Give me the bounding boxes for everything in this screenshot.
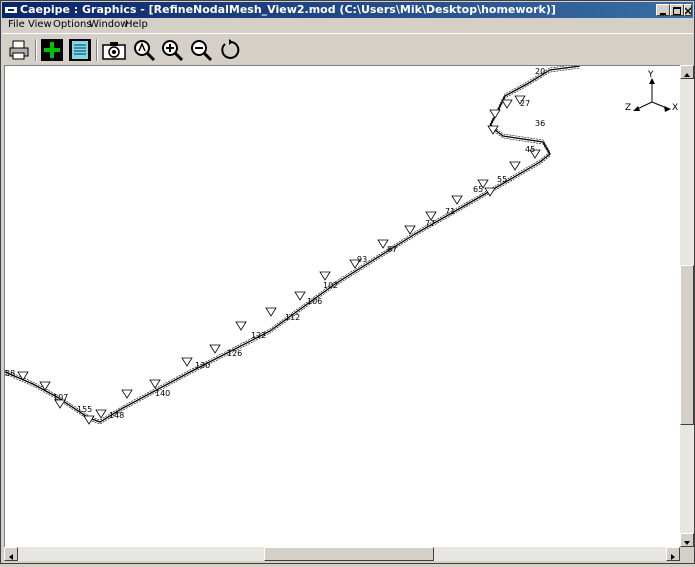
- vertical-scroll-thumb[interactable]: [680, 265, 694, 425]
- printer-icon[interactable]: [7, 38, 31, 62]
- node-label: 45: [525, 145, 535, 154]
- node-label: 130: [195, 361, 210, 370]
- support-marker: [451, 195, 463, 205]
- scroll-up-button[interactable]: [680, 65, 694, 79]
- toolbar: [2, 33, 693, 64]
- close-icon: [684, 7, 692, 15]
- menu-options[interactable]: Options: [53, 18, 92, 32]
- node-label: 20: [535, 67, 545, 76]
- node-label: 155: [77, 405, 92, 414]
- pipe-model-view[interactable]: 58 107 155 148 140 130 126 122 112 106102 93 87 77 71…: [5, 66, 681, 548]
- node-label: 106: [307, 297, 322, 306]
- camera-icon[interactable]: [102, 38, 126, 62]
- arrow-right-icon: [671, 554, 675, 560]
- node-label: 58: [5, 369, 15, 378]
- support-marker: [265, 307, 277, 317]
- support-marker: [83, 415, 95, 425]
- support-marker: [294, 291, 306, 301]
- window-title: Caepipe : Graphics - [RefineNodalMesh_Vi…: [20, 3, 556, 16]
- pipe-segment: [5, 66, 581, 423]
- arrow-up-icon: [684, 73, 690, 77]
- node-label: 93: [357, 255, 367, 264]
- pipe-supports: [17, 95, 541, 425]
- minimize-icon: [660, 13, 666, 15]
- node-label: 27: [520, 99, 530, 108]
- axis-y-label: Y: [647, 70, 654, 80]
- rotate-icon[interactable]: [218, 38, 242, 62]
- node-label: 126: [227, 349, 242, 358]
- app-window: Caepipe : Graphics - [RefineNodalMesh_Vi…: [0, 0, 695, 564]
- horizontal-scrollbar[interactable]: [4, 547, 680, 561]
- support-marker: [121, 389, 133, 399]
- support-marker: [95, 409, 107, 419]
- arrow-left-icon: [9, 554, 13, 560]
- scroll-down-button[interactable]: [680, 533, 694, 547]
- support-marker: [235, 321, 247, 331]
- pipe-centerline: [5, 66, 581, 425]
- minimize-button[interactable]: [656, 4, 670, 16]
- node-label: 102: [323, 281, 338, 290]
- support-marker: [489, 109, 501, 119]
- node-label: 112: [285, 313, 300, 322]
- support-marker: [501, 99, 513, 109]
- node-label: 55: [497, 175, 507, 184]
- close-button[interactable]: [684, 4, 692, 16]
- menu-file[interactable]: File: [8, 18, 25, 32]
- toolbar-separator: [96, 39, 98, 61]
- node-label-group: 58 107 155 148 140 130 126 122 112 106102 93 87 77 71…: [5, 67, 545, 420]
- menu-view[interactable]: View: [28, 18, 52, 32]
- list-icon[interactable]: [68, 38, 92, 62]
- axis-x-label: X: [672, 103, 678, 113]
- graphics-canvas[interactable]: 58 107 155 148 140 130 126 122 112 106 102 93 87 77 71…: [4, 65, 681, 548]
- zoom-in-icon[interactable]: [160, 38, 184, 62]
- menu-help[interactable]: Help: [125, 18, 148, 32]
- zoom-fit-icon[interactable]: [132, 38, 156, 62]
- support-marker: [509, 161, 521, 171]
- scroll-right-button[interactable]: [666, 547, 680, 561]
- node-label: 71: [445, 207, 455, 216]
- node-label: 122: [251, 331, 266, 340]
- size-grip: [680, 547, 694, 561]
- support-marker: [404, 225, 416, 235]
- app-icon: [5, 7, 17, 13]
- zoom-out-icon[interactable]: [189, 38, 213, 62]
- title-bar: Caepipe : Graphics - [RefineNodalMesh_Vi…: [2, 2, 693, 18]
- node-label: 65: [473, 185, 483, 194]
- support-marker: [319, 271, 331, 281]
- node-label: 77: [425, 219, 435, 228]
- support-marker: [209, 344, 221, 354]
- restore-icon: [673, 7, 681, 15]
- scroll-left-button[interactable]: [4, 547, 18, 561]
- toolbar-separator: [35, 39, 37, 61]
- node-label: 140: [155, 389, 170, 398]
- axis-z-label: Z: [625, 103, 631, 113]
- restore-button[interactable]: [670, 4, 684, 16]
- menu-bar: File View Options Window Help: [2, 18, 693, 32]
- menu-window[interactable]: Window: [89, 18, 128, 32]
- node-label: 36: [535, 119, 545, 128]
- plus-icon[interactable]: [40, 38, 64, 62]
- support-marker: [181, 357, 193, 367]
- pipe-segment: [5, 67, 581, 425]
- node-label: 148: [109, 411, 124, 420]
- vertical-scrollbar[interactable]: [680, 65, 694, 547]
- horizontal-scroll-thumb[interactable]: [264, 547, 434, 561]
- support-marker: [484, 187, 496, 197]
- node-label: 87: [387, 245, 397, 254]
- axis-triad: Y Z X: [625, 70, 678, 113]
- node-label: 107: [53, 393, 68, 402]
